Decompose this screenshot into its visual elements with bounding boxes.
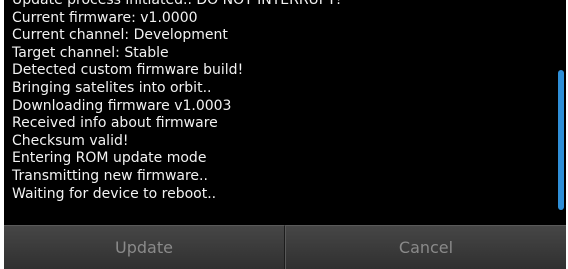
log-line: Transmitting new firmware.. — [12, 167, 208, 184]
firmware-update-dialog: Update process initiated.. DO NOT INTERR… — [0, 0, 568, 269]
log-line: Bringing satelites into orbit.. — [12, 79, 212, 96]
update-log-list: Update process initiated.. DO NOT INTERR… — [12, 0, 341, 203]
log-scrollbar-thumb[interactable] — [558, 70, 564, 210]
update-button[interactable]: Update — [4, 225, 285, 269]
update-log-panel[interactable]: Update process initiated.. DO NOT INTERR… — [4, 0, 566, 225]
log-line: Current firmware: v1.0000 — [12, 9, 198, 26]
log-line: Entering ROM update mode — [12, 150, 207, 167]
log-line: Target channel: Stable — [12, 44, 169, 61]
log-line: Current channel: Development — [12, 27, 228, 44]
dialog-button-bar: Update Cancel — [4, 225, 566, 269]
log-scrollbar[interactable] — [554, 0, 566, 225]
log-line: Downloading firmware v1.0003 — [12, 97, 232, 114]
log-line: Waiting for device to reboot.. — [12, 185, 217, 202]
log-line: Checksum valid! — [12, 132, 129, 149]
log-line: Detected custom firmware build! — [12, 62, 244, 79]
cancel-button[interactable]: Cancel — [285, 225, 566, 269]
log-line: Received info about firmware — [12, 115, 218, 132]
log-line: Update process initiated.. DO NOT INTERR… — [12, 0, 342, 8]
